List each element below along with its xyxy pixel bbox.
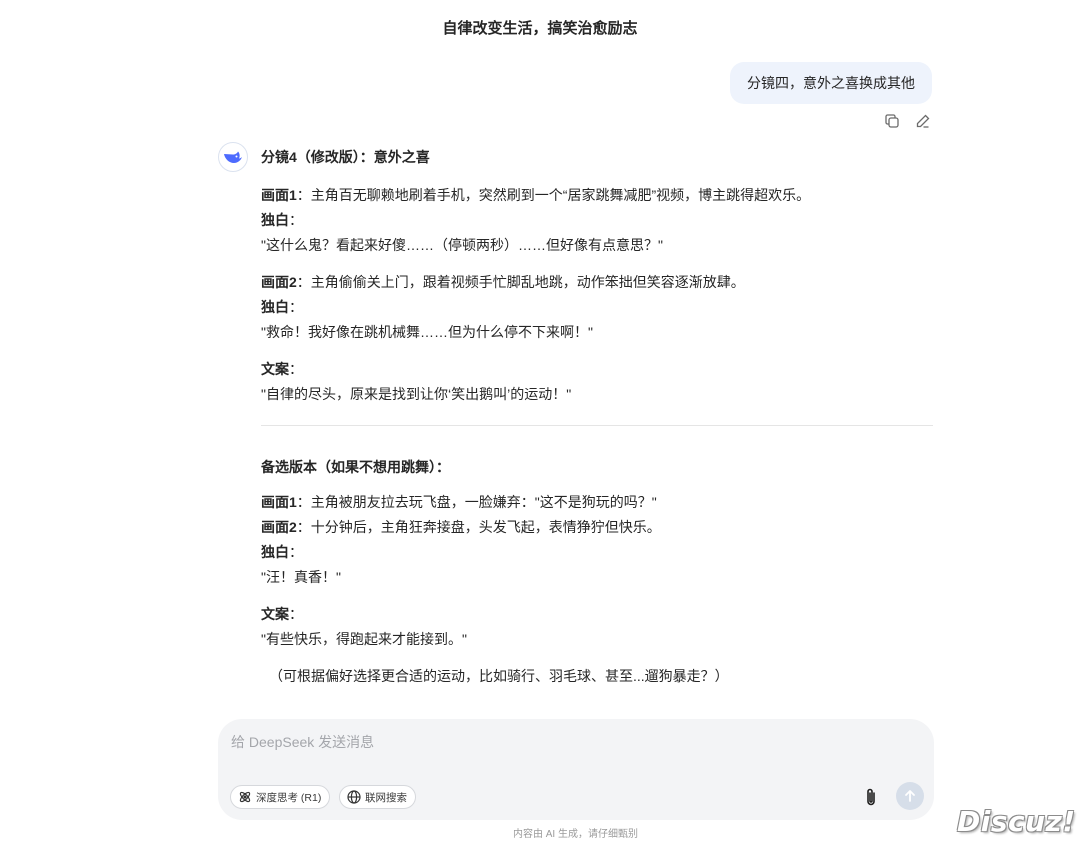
edit-icon[interactable] xyxy=(913,111,932,130)
alt-block-1: 画面1：主角被朋友拉去玩飞盘，一脸嫌弃："这不是狗玩的吗？" 画面2：十分钟后，… xyxy=(261,490,933,590)
reply-line: 文案： xyxy=(261,357,933,382)
line-label: 独白 xyxy=(261,544,289,560)
web-search-toggle[interactable]: 联网搜索 xyxy=(339,785,416,809)
reply-line: "自律的尽头，原来是找到让你‘笑出鹅叫’的运动！" xyxy=(261,382,933,407)
line-text: ： xyxy=(289,544,303,560)
deepseek-whale-icon xyxy=(218,142,248,172)
line-text: "救命！我好像在跳机械舞……但为什么停不下来啊！" xyxy=(261,324,593,340)
line-text: "汪！真香！" xyxy=(261,569,341,585)
storyboard-block-2: 画面2：主角偷偷关上门，跟着视频手忙脚乱地跳，动作笨拙但笑容逐渐放肆。 独白： … xyxy=(261,270,933,345)
line-text: ：主角百无聊赖地刷着手机，突然刷到一个“居家跳舞减肥”视频，博主跳得超欢乐。 xyxy=(296,187,811,203)
copy-icon[interactable] xyxy=(882,111,901,130)
line-label: 画面1 xyxy=(261,494,297,510)
line-text: ： xyxy=(289,606,303,622)
reply-line: 独白： xyxy=(261,295,933,320)
alt-block-2: 文案： "有些快乐，得跑起来才能接到。" xyxy=(261,602,933,652)
assistant-reply: 画面1：主角百无聊赖地刷着手机，突然刷到一个“居家跳舞减肥”视频，博主跳得超欢乐… xyxy=(261,183,933,689)
alt-heading: 备选版本（如果不想用跳舞）： xyxy=(261,459,450,475)
line-label: 画面1 xyxy=(261,187,297,203)
suggestion-note: （可根据偏好选择更合适的运动，比如骑行、羽毛球、甚至...遛狗暴走？） xyxy=(269,668,729,684)
line-text: ： xyxy=(289,212,303,228)
line-label: 画面2 xyxy=(261,519,297,535)
line-label: 独白 xyxy=(261,299,289,315)
reply-line: 画面1：主角百无聊赖地刷着手机，突然刷到一个“居家跳舞减肥”视频，博主跳得超欢乐… xyxy=(261,183,933,208)
divider xyxy=(261,425,933,426)
line-text: "有些快乐，得跑起来才能接到。" xyxy=(261,631,467,647)
line-label: 文案 xyxy=(261,361,289,377)
message-composer: 给 DeepSeek 发送消息 深度思考 (R1) 联网搜索 xyxy=(218,719,934,820)
deep-think-icon xyxy=(239,791,251,803)
reply-line: 画面1：主角被朋友拉去玩飞盘，一脸嫌弃："这不是狗玩的吗？" xyxy=(261,490,933,515)
line-text: "这什么鬼？看起来好傻……（停顿两秒）……但好像有点意思？" xyxy=(261,237,663,253)
message-actions xyxy=(882,111,932,130)
globe-icon xyxy=(347,790,361,804)
user-message-bubble: 分镜四，意外之喜换成其他 xyxy=(730,62,932,104)
line-text: ： xyxy=(289,361,303,377)
line-label: 画面2 xyxy=(261,274,297,290)
reply-line: "有些快乐，得跑起来才能接到。" xyxy=(261,627,933,652)
message-input[interactable]: 给 DeepSeek 发送消息 xyxy=(231,732,374,752)
reply-line: 独白： xyxy=(261,208,933,233)
line-text: ：主角偷偷关上门，跟着视频手忙脚乱地跳，动作笨拙但笑容逐渐放肆。 xyxy=(296,274,745,290)
line-text: ：十分钟后，主角狂奔接盘，头发飞起，表情狰狞但快乐。 xyxy=(296,519,661,535)
line-text: ：主角被朋友拉去玩飞盘，一脸嫌弃："这不是狗玩的吗？" xyxy=(296,494,657,510)
deep-think-toggle[interactable]: 深度思考 (R1) xyxy=(230,785,331,809)
alt-heading-block: 备选版本（如果不想用跳舞）： xyxy=(261,455,933,480)
discuz-watermark: Discuz! xyxy=(957,805,1076,838)
reply-line: "救命！我好像在跳机械舞……但为什么停不下来啊！" xyxy=(261,320,933,345)
storyboard-block-3: 文案： "自律的尽头，原来是找到让你‘笑出鹅叫’的运动！" xyxy=(261,357,933,407)
paperclip-icon[interactable] xyxy=(860,784,882,810)
reply-line: 画面2：主角偷偷关上门，跟着视频手忙脚乱地跳，动作笨拙但笑容逐渐放肆。 xyxy=(261,270,933,295)
ai-disclaimer: 内容由 AI 生成，请仔细甄别 xyxy=(512,829,638,840)
reply-line: "汪！真香！" xyxy=(261,565,933,590)
reply-line: 画面2：十分钟后，主角狂奔接盘，头发飞起，表情狰狞但快乐。 xyxy=(261,515,933,540)
line-text: ： xyxy=(289,299,303,315)
send-button[interactable] xyxy=(896,782,924,810)
deep-think-label: 深度思考 (R1) xyxy=(256,791,322,804)
conversation-title: 自律改变生活，搞笑治愈励志 xyxy=(442,20,638,37)
web-search-label: 联网搜索 xyxy=(365,791,407,804)
line-text: "自律的尽头，原来是找到让你‘笑出鹅叫’的运动！" xyxy=(261,386,572,402)
assistant-heading: 分镜4（修改版）：意外之喜 xyxy=(261,149,430,165)
storyboard-block-1: 画面1：主角百无聊赖地刷着手机，突然刷到一个“居家跳舞减肥”视频，博主跳得超欢乐… xyxy=(261,183,933,258)
line-label: 文案 xyxy=(261,606,289,622)
line-label: 独白 xyxy=(261,212,289,228)
reply-line: "这什么鬼？看起来好傻……（停顿两秒）……但好像有点意思？" xyxy=(261,233,933,258)
reply-line: 独白： xyxy=(261,540,933,565)
reply-line: 文案： xyxy=(261,602,933,627)
arrow-up-icon xyxy=(905,790,915,802)
